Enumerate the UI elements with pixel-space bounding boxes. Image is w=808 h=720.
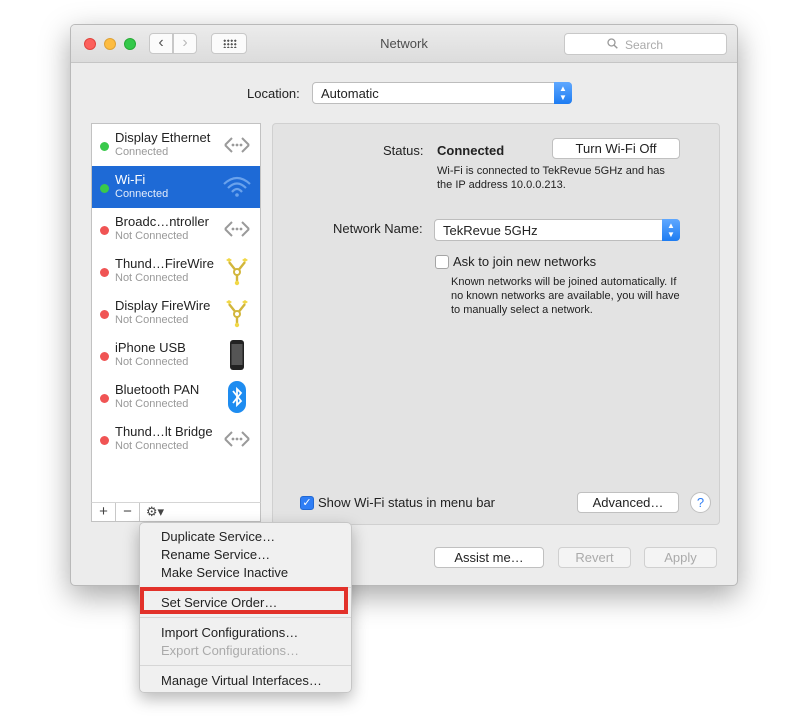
service-item[interactable]: Broadc…ntroller Not Connected bbox=[92, 208, 260, 250]
status-dot bbox=[100, 436, 109, 445]
service-status: Connected bbox=[115, 146, 169, 158]
service-status: Not Connected bbox=[115, 398, 189, 410]
help-button[interactable]: ? bbox=[690, 492, 711, 513]
service-list: Display Ethernet Connected Wi-Fi Connected B… bbox=[91, 123, 261, 505]
service-name: Broadc…ntroller bbox=[115, 214, 209, 229]
location-popup[interactable]: Automatic ▲ ▼ bbox=[312, 82, 572, 104]
service-status: Not Connected bbox=[115, 440, 189, 452]
apply-button[interactable]: Apply bbox=[644, 547, 717, 568]
ethernet-icon bbox=[220, 129, 254, 161]
firewire-icon bbox=[220, 297, 254, 329]
title-bar: ‹ › Network Search bbox=[71, 25, 737, 63]
location-label: Location: bbox=[247, 86, 300, 101]
service-name: Display Ethernet bbox=[115, 130, 211, 145]
ask-to-join-label: Ask to join new networks bbox=[453, 254, 597, 269]
location-value: Automatic bbox=[321, 86, 379, 101]
bluetooth-icon bbox=[220, 381, 254, 413]
service-item[interactable]: Bluetooth PAN Not Connected bbox=[92, 376, 260, 418]
search-field[interactable]: Search bbox=[564, 33, 727, 55]
status-dot bbox=[100, 352, 109, 361]
show-wifi-status-label: Show Wi-Fi status in menu bar bbox=[318, 495, 496, 510]
menu-separator bbox=[140, 665, 351, 666]
assist-me-button[interactable]: Assist me… bbox=[434, 547, 544, 568]
service-item[interactable]: iPhone USB Not Connected bbox=[92, 334, 260, 376]
status-dot bbox=[100, 268, 109, 277]
iphone-icon bbox=[220, 339, 254, 371]
service-item[interactable]: Thund…FireWire Not Connected bbox=[92, 250, 260, 292]
ask-to-join-checkbox[interactable] bbox=[435, 255, 449, 269]
service-item[interactable]: Wi-Fi Connected bbox=[92, 166, 260, 208]
status-description: Wi-Fi is connected to TekRevue 5GHz and … bbox=[437, 165, 665, 191]
status-label: Status: bbox=[383, 143, 424, 158]
service-status: Connected bbox=[115, 188, 169, 200]
search-placeholder: Search bbox=[625, 38, 664, 52]
service-status: Not Connected bbox=[115, 356, 189, 368]
menu-separator bbox=[140, 617, 351, 618]
status-dot bbox=[100, 226, 109, 235]
ethernet-icon bbox=[220, 213, 254, 245]
menu-item-manage-virtual-interfaces[interactable]: Manage Virtual Interfaces… bbox=[161, 673, 322, 688]
remove-service-button[interactable]: − bbox=[116, 503, 140, 521]
wifi-icon bbox=[220, 171, 254, 203]
highlight-annotation bbox=[140, 587, 348, 614]
status-dot bbox=[100, 394, 109, 403]
network-name-label: Network Name: bbox=[333, 221, 423, 236]
popup-arrows-icon: ▲ ▼ bbox=[662, 219, 680, 241]
firewire-icon bbox=[220, 255, 254, 287]
add-service-button[interactable]: + bbox=[92, 503, 116, 521]
action-menu-button[interactable]: ⚙▾ bbox=[140, 503, 170, 521]
service-name: Bluetooth PAN bbox=[115, 382, 200, 397]
network-preferences-window: ‹ › Network Search Location: Automatic ▲… bbox=[70, 24, 738, 586]
network-name-popup[interactable]: TekRevue 5GHz ▲ ▼ bbox=[434, 219, 680, 241]
menu-item-export-configurations: Export Configurations… bbox=[161, 643, 300, 658]
show-wifi-status-checkbox[interactable]: ✓ bbox=[300, 496, 314, 510]
status-dot bbox=[100, 184, 109, 193]
service-list-toolbar: + − ⚙▾ bbox=[91, 502, 261, 522]
service-name: Thund…lt Bridge bbox=[115, 424, 213, 439]
status-dot bbox=[100, 142, 109, 151]
service-detail-panel: Status: Connected Turn Wi-Fi Off Wi-Fi i… bbox=[272, 123, 720, 525]
status-dot bbox=[100, 310, 109, 319]
revert-button[interactable]: Revert bbox=[558, 547, 631, 568]
service-item[interactable]: Thund…lt Bridge Not Connected bbox=[92, 418, 260, 460]
network-name-value: TekRevue 5GHz bbox=[443, 223, 538, 238]
service-name: Display FireWire bbox=[115, 298, 211, 313]
advanced-button[interactable]: Advanced… bbox=[577, 492, 679, 513]
service-name: Wi-Fi bbox=[115, 172, 146, 187]
turn-wifi-off-button[interactable]: Turn Wi-Fi Off bbox=[552, 138, 680, 159]
menu-item-import-configurations[interactable]: Import Configurations… bbox=[161, 625, 298, 640]
service-status: Not Connected bbox=[115, 314, 189, 326]
ask-to-join-description: Known networks will be joined automatica… bbox=[451, 276, 680, 316]
service-item[interactable]: Display FireWire Not Connected bbox=[92, 292, 260, 334]
ethernet-icon bbox=[220, 423, 254, 455]
popup-arrows-icon: ▲ ▼ bbox=[554, 82, 572, 104]
status-value: Connected bbox=[437, 143, 505, 158]
service-name: Thund…FireWire bbox=[115, 256, 214, 271]
service-status: Not Connected bbox=[115, 230, 189, 242]
service-name: iPhone USB bbox=[115, 340, 186, 355]
menu-item-rename-service[interactable]: Rename Service… bbox=[161, 547, 270, 562]
menu-item-make-inactive[interactable]: Make Service Inactive bbox=[161, 565, 288, 580]
service-item[interactable]: Display Ethernet Connected bbox=[92, 124, 260, 166]
search-icon bbox=[607, 38, 618, 49]
service-status: Not Connected bbox=[115, 272, 189, 284]
menu-item-duplicate-service[interactable]: Duplicate Service… bbox=[161, 529, 275, 544]
